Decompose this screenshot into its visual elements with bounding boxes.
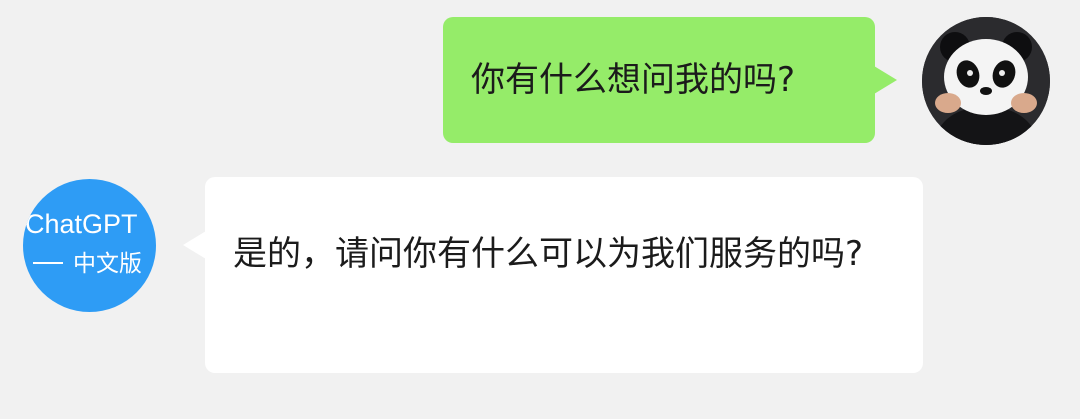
avatar-edition-text: 中文版: [73, 251, 142, 277]
chatgpt-avatar[interactable]: ChatGPT 中文版: [23, 179, 156, 312]
user-avatar[interactable]: [922, 17, 1050, 145]
incoming-message-bubble[interactable]: 是的，请问你有什么可以为我们服务的吗?: [183, 177, 923, 373]
dash-divider: [33, 261, 63, 264]
panda-avatar-icon: [922, 17, 1050, 145]
avatar-edition-row: 中文版: [33, 250, 142, 278]
outgoing-message-text: 你有什么想问我的吗?: [471, 60, 796, 100]
incoming-message: ChatGPT 中文版 是的，请问你有什么可以为我们服务的吗?: [0, 170, 1080, 419]
outgoing-message-bubble[interactable]: 你有什么想问我的吗?: [443, 17, 897, 143]
avatar-brand-text: ChatGPT: [25, 209, 138, 239]
incoming-message-text: 是的，请问你有什么可以为我们服务的吗?: [233, 234, 864, 274]
outgoing-message: 你有什么想问我的吗?: [0, 0, 1080, 170]
